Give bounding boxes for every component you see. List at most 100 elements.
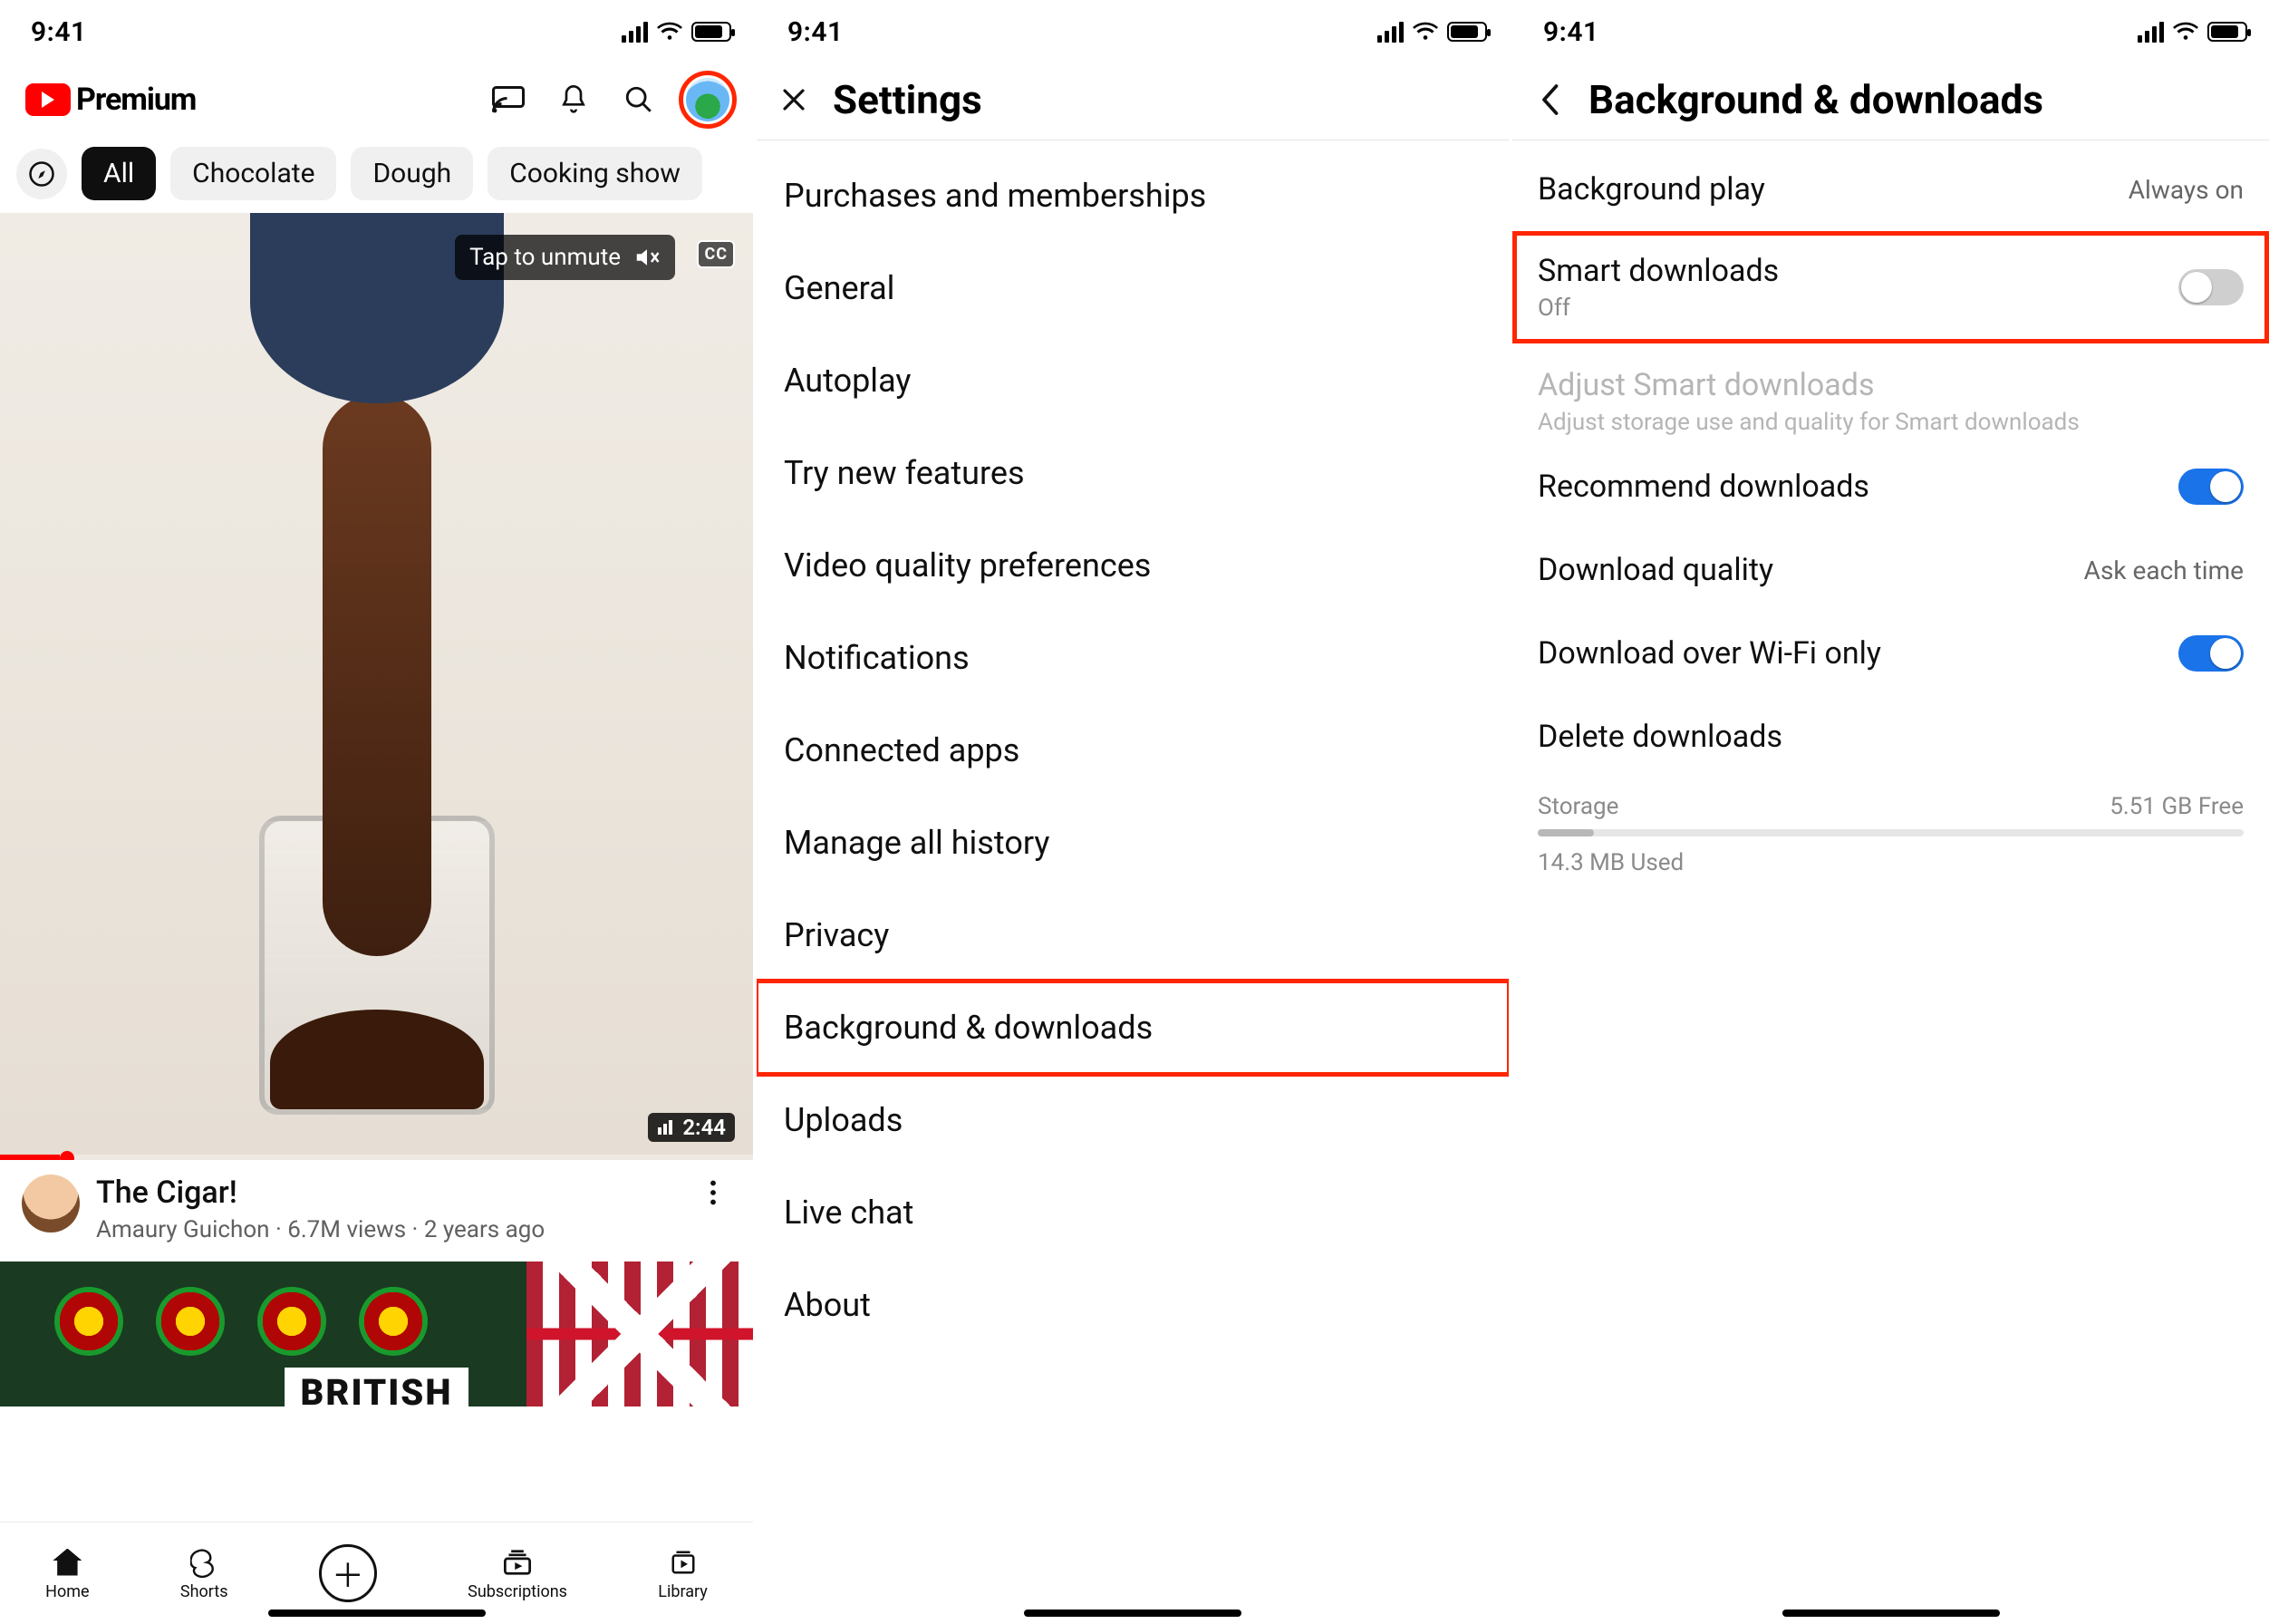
row-wifi-only[interactable]: Download over Wi-Fi only bbox=[1512, 612, 2269, 695]
settings-list: Purchases and memberships General Autopl… bbox=[757, 140, 1509, 1351]
cc-badge-icon[interactable]: CC bbox=[697, 240, 735, 268]
wifi-icon bbox=[1413, 22, 1438, 42]
youtube-play-icon bbox=[25, 83, 71, 116]
tap-to-unmute-button[interactable]: Tap to unmute bbox=[455, 235, 675, 280]
cellular-icon bbox=[2138, 22, 2164, 43]
tab-create[interactable]: ＋ bbox=[319, 1544, 377, 1602]
channel-avatar-icon[interactable] bbox=[22, 1174, 80, 1232]
chip-chocolate[interactable]: Chocolate bbox=[170, 147, 336, 200]
row-background-play[interactable]: Background play Always on bbox=[1512, 148, 2269, 231]
chip-all[interactable]: All bbox=[82, 147, 156, 200]
status-bar: 9:41 bbox=[0, 0, 753, 63]
cellular-icon bbox=[622, 22, 648, 43]
wifi-icon bbox=[2173, 22, 2198, 42]
notifications-icon[interactable] bbox=[554, 80, 594, 120]
shorts-icon bbox=[185, 1546, 223, 1579]
settings-item-uploads[interactable]: Uploads bbox=[757, 1074, 1509, 1166]
home-icon bbox=[53, 1549, 82, 1576]
row-delete-downloads[interactable]: Delete downloads bbox=[1512, 695, 2269, 778]
delete-label: Delete downloads bbox=[1538, 719, 1782, 755]
video-title[interactable]: The Cigar! bbox=[96, 1174, 545, 1211]
cellular-icon bbox=[1377, 22, 1404, 43]
settings-header: Settings bbox=[757, 63, 1509, 140]
video-thumbnail[interactable]: Tap to unmute CC 2:44 bbox=[0, 213, 753, 1160]
tab-library-label: Library bbox=[658, 1582, 708, 1601]
settings-item-privacy[interactable]: Privacy bbox=[757, 889, 1509, 981]
tab-home-label: Home bbox=[45, 1582, 89, 1601]
settings-item-general[interactable]: General bbox=[757, 242, 1509, 334]
settings-item-autoplay[interactable]: Autoplay bbox=[757, 334, 1509, 427]
subscriptions-icon bbox=[498, 1546, 536, 1579]
muted-icon bbox=[633, 244, 661, 271]
youtube-logo[interactable]: Premium bbox=[25, 82, 196, 118]
settings-item-live-chat[interactable]: Live chat bbox=[757, 1166, 1509, 1259]
row-download-quality[interactable]: Download quality Ask each time bbox=[1512, 528, 2269, 612]
tab-library[interactable]: Library bbox=[658, 1546, 708, 1601]
back-icon[interactable] bbox=[1530, 81, 1569, 119]
adjust-sub: Adjust storage use and quality for Smart… bbox=[1538, 409, 2244, 436]
chip-cooking-show[interactable]: Cooking show bbox=[488, 147, 702, 200]
home-indicator bbox=[1024, 1610, 1241, 1617]
quality-label: Download quality bbox=[1538, 552, 1773, 588]
recommend-label: Recommend downloads bbox=[1538, 469, 1869, 505]
storage-free: 5.51 GB Free bbox=[2110, 793, 2244, 820]
video-card[interactable]: Tap to unmute CC 2:44 The Cigar! bbox=[0, 213, 753, 1406]
settings-item-about[interactable]: About bbox=[757, 1259, 1509, 1351]
settings-title: Settings bbox=[833, 76, 982, 123]
row-smart-downloads[interactable]: Smart downloads Off bbox=[1512, 231, 2269, 343]
video-meta: The Cigar! Amaury Guichon · 6.7M views ·… bbox=[0, 1160, 753, 1251]
close-icon[interactable] bbox=[775, 81, 813, 119]
settings-item-purchases[interactable]: Purchases and memberships bbox=[757, 150, 1509, 242]
second-video-thumbnail[interactable]: BRITISH bbox=[0, 1262, 753, 1406]
plus-icon: ＋ bbox=[319, 1544, 377, 1602]
video-duration: 2:44 bbox=[648, 1113, 735, 1142]
search-icon[interactable] bbox=[619, 80, 659, 120]
status-bar: 9:41 bbox=[757, 0, 1509, 63]
smart-downloads-state: Off bbox=[1538, 295, 2164, 322]
explore-icon[interactable] bbox=[16, 149, 67, 199]
status-time: 9:41 bbox=[787, 16, 844, 48]
highlight-ring bbox=[679, 71, 737, 129]
row-recommend-downloads[interactable]: Recommend downloads bbox=[1512, 445, 2269, 528]
storage-section: Storage 5.51 GB Free 14.3 MB Used bbox=[1512, 778, 2269, 884]
detail-header: Background & downloads bbox=[1512, 63, 2269, 140]
library-icon bbox=[664, 1546, 702, 1579]
status-time: 9:41 bbox=[31, 16, 87, 48]
wifi-icon bbox=[657, 22, 682, 42]
status-icons bbox=[622, 22, 731, 43]
avatar-button[interactable] bbox=[679, 71, 737, 129]
settings-item-background-downloads[interactable]: Background & downloads bbox=[757, 981, 1509, 1074]
video-progress[interactable] bbox=[0, 1155, 753, 1160]
detail-title: Background & downloads bbox=[1588, 76, 2043, 123]
tab-home[interactable]: Home bbox=[45, 1546, 89, 1601]
smart-downloads-toggle[interactable] bbox=[2178, 269, 2244, 305]
settings-item-notifications[interactable]: Notifications bbox=[757, 612, 1509, 704]
tab-shorts[interactable]: Shorts bbox=[180, 1546, 228, 1601]
youtube-premium-label: Premium bbox=[76, 82, 196, 118]
thumbnail-text: BRITISH bbox=[285, 1368, 469, 1406]
youtube-header: Premium bbox=[0, 63, 753, 140]
wifi-label: Download over Wi-Fi only bbox=[1538, 635, 1881, 672]
settings-item-try-new[interactable]: Try new features bbox=[757, 427, 1509, 519]
cast-icon[interactable] bbox=[488, 80, 528, 120]
chip-dough[interactable]: Dough bbox=[351, 147, 473, 200]
bottom-tabbar: Home Shorts ＋ Subscriptions Library bbox=[0, 1522, 753, 1624]
more-menu-icon[interactable] bbox=[695, 1174, 731, 1211]
tab-shorts-label: Shorts bbox=[180, 1582, 228, 1601]
storage-bar bbox=[1538, 829, 2244, 836]
duration-text: 2:44 bbox=[682, 1115, 726, 1140]
tab-subs-label: Subscriptions bbox=[468, 1582, 567, 1601]
settings-item-history[interactable]: Manage all history bbox=[757, 797, 1509, 889]
home-indicator bbox=[268, 1610, 486, 1617]
row-adjust-smart-downloads: Adjust Smart downloads Adjust storage us… bbox=[1512, 343, 2269, 445]
adjust-label: Adjust Smart downloads bbox=[1538, 367, 2244, 403]
settings-item-video-quality[interactable]: Video quality preferences bbox=[757, 519, 1509, 612]
wifi-toggle[interactable] bbox=[2178, 635, 2244, 672]
tab-subscriptions[interactable]: Subscriptions bbox=[468, 1546, 567, 1601]
unmute-label: Tap to unmute bbox=[469, 244, 621, 271]
recommend-toggle[interactable] bbox=[2178, 469, 2244, 505]
storage-label: Storage bbox=[1538, 793, 1618, 820]
status-time: 9:41 bbox=[1543, 16, 1599, 48]
settings-item-connected-apps[interactable]: Connected apps bbox=[757, 704, 1509, 797]
downloads-settings: Background play Always on Smart download… bbox=[1512, 140, 2269, 891]
